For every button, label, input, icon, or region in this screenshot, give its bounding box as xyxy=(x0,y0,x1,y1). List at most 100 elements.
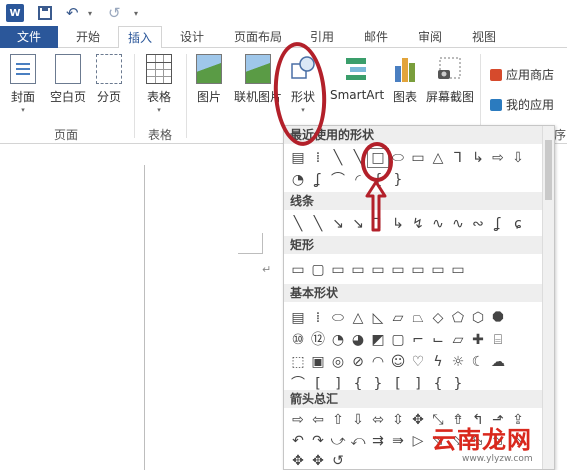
tab-file[interactable]: 文件 xyxy=(0,26,58,48)
tab-layout[interactable]: 页面布局 xyxy=(226,26,290,48)
shape-item[interactable]: ◎ xyxy=(328,353,348,371)
save-icon[interactable] xyxy=(38,3,52,23)
shape-item[interactable]: ▭ xyxy=(368,261,388,279)
shape-item[interactable]: ⇳ xyxy=(388,411,408,429)
shape-item[interactable]: ▱ xyxy=(388,309,408,327)
shape-item[interactable]: ▷ xyxy=(408,432,428,450)
shape-item[interactable]: ↷ xyxy=(308,432,328,450)
shape-item[interactable]: ▭ xyxy=(408,149,428,167)
tab-references[interactable]: 引用 xyxy=(302,26,342,48)
tab-insert[interactable]: 插入 xyxy=(118,26,162,49)
shape-item[interactable]: ⑫ xyxy=(308,331,328,349)
shape-item[interactable]: ⇩ xyxy=(508,149,528,167)
shape-item[interactable]: ✚ xyxy=(468,331,488,349)
shape-item[interactable]: ◔ xyxy=(288,171,308,189)
shape-item[interactable]: ♡ xyxy=(408,353,428,371)
shape-item[interactable]: ☾ xyxy=(468,353,488,371)
shape-item[interactable]: ⇉ xyxy=(368,432,388,450)
shape-item[interactable]: ▤ xyxy=(288,309,308,327)
shape-item[interactable]: ⇩ xyxy=(348,411,368,429)
shape-item[interactable]: ⏢ xyxy=(408,309,428,327)
shape-item[interactable]: ◇ xyxy=(428,309,448,327)
tab-design[interactable]: 设计 xyxy=(170,26,214,48)
shape-item[interactable]: ↯ xyxy=(408,215,428,233)
shape-item[interactable]: ▢ xyxy=(308,261,328,279)
shape-item[interactable]: ╲ xyxy=(308,215,328,233)
shape-item[interactable]: ✥ xyxy=(308,452,328,469)
shape-item[interactable]: ✥ xyxy=(408,411,428,429)
undo-icon[interactable]: ↶ xyxy=(66,3,79,23)
undo-dropdown-icon[interactable]: ▾ xyxy=(88,3,92,23)
cover-page-button[interactable]: 封面 ▾ xyxy=(10,54,36,114)
shape-item[interactable]: ⯃ xyxy=(488,309,508,327)
shape-item[interactable]: ɕ xyxy=(508,215,528,233)
picture-button[interactable]: 图片 xyxy=(196,54,222,105)
shape-item[interactable]: ⁞ xyxy=(308,149,328,167)
shape-item[interactable]: ▱ xyxy=(448,331,468,349)
shape-item[interactable]: ▭ xyxy=(408,261,428,279)
shape-item[interactable]: ⬄ xyxy=(368,411,388,429)
shape-item[interactable]: ▭ xyxy=(388,261,408,279)
shape-item[interactable]: ◠ xyxy=(368,353,388,371)
shape-item[interactable]: } xyxy=(388,171,408,189)
app-store-button[interactable]: 应用商店 xyxy=(490,66,554,83)
tab-review[interactable]: 审阅 xyxy=(410,26,450,48)
shape-item[interactable]: ⊘ xyxy=(348,353,368,371)
screenshot-button[interactable]: 屏幕截图 xyxy=(426,54,474,105)
blank-page-button[interactable]: 空白页 xyxy=(50,54,86,105)
shape-item[interactable]: ⇛ xyxy=(388,432,408,450)
shape-item[interactable]: ⬚ xyxy=(288,353,308,371)
tab-view[interactable]: 视图 xyxy=(464,26,504,48)
shape-item[interactable]: ↳ xyxy=(468,149,488,167)
smartart-button[interactable]: SmartArt xyxy=(330,54,384,102)
shape-item[interactable]: ⇨ xyxy=(288,411,308,429)
shape-item[interactable]: ϟ xyxy=(428,353,448,371)
shape-item[interactable]: ▭ xyxy=(288,261,308,279)
shape-item[interactable]: ⌸ xyxy=(488,331,508,349)
shape-item[interactable]: ʆ xyxy=(488,215,508,233)
shape-item[interactable]: ʆ xyxy=(308,171,328,189)
shape-item[interactable]: ◔ xyxy=(328,331,348,349)
shape-item[interactable]: ⇨ xyxy=(488,149,508,167)
shape-item[interactable]: ⬭ xyxy=(328,309,348,327)
shape-item[interactable]: ⑩ xyxy=(288,331,308,349)
page-break-button[interactable]: 分页 xyxy=(96,54,122,105)
shape-item[interactable]: ∿ xyxy=(428,215,448,233)
shape-item[interactable]: ☁ xyxy=(488,353,508,371)
shape-item[interactable]: ⁞ xyxy=(308,309,328,327)
shape-item[interactable]: ↺ xyxy=(328,452,348,469)
tab-home[interactable]: 开始 xyxy=(66,26,110,48)
shape-item[interactable]: ↶ xyxy=(288,432,308,450)
shape-item[interactable]: ✥ xyxy=(288,452,308,469)
shape-item[interactable]: ↳ xyxy=(388,215,408,233)
shape-item[interactable]: ↘ xyxy=(328,215,348,233)
shape-item[interactable]: ⬠ xyxy=(448,309,468,327)
shape-item[interactable]: ▭ xyxy=(448,261,468,279)
table-button[interactable]: 表格 ▾ xyxy=(146,54,172,114)
gallery-scrollbar[interactable] xyxy=(542,126,554,469)
shape-item[interactable]: ╲ xyxy=(328,149,348,167)
shape-item[interactable]: ◺ xyxy=(368,309,388,327)
shape-item[interactable]: ▤ xyxy=(288,149,308,167)
shape-item[interactable]: ▭ xyxy=(428,261,448,279)
shape-item[interactable]: ⌒ xyxy=(328,171,348,189)
shape-item[interactable]: ⌐ xyxy=(408,331,428,349)
shape-item[interactable]: △ xyxy=(348,309,368,327)
shape-item[interactable]: △ xyxy=(428,149,448,167)
shape-item[interactable]: ⤺ xyxy=(348,432,368,450)
tab-mailings[interactable]: 邮件 xyxy=(356,26,396,48)
shape-item[interactable]: ╲ xyxy=(288,215,308,233)
shape-item[interactable]: ☺ xyxy=(388,353,408,371)
redo-icon[interactable]: ↺ xyxy=(108,3,121,23)
shape-item[interactable]: ▢ xyxy=(388,331,408,349)
my-apps-button[interactable]: 我的应用 xyxy=(490,96,554,113)
shape-item[interactable]: ⬡ xyxy=(468,309,488,327)
shape-item[interactable]: ⤻ xyxy=(328,432,348,450)
shape-item[interactable]: ◩ xyxy=(368,331,388,349)
shape-item[interactable]: ▭ xyxy=(328,261,348,279)
shape-item[interactable]: ⌙ xyxy=(428,331,448,349)
shape-item[interactable]: ∿ xyxy=(448,215,468,233)
shape-item[interactable]: ▭ xyxy=(348,261,368,279)
shape-item[interactable]: ⇦ xyxy=(308,411,328,429)
shape-item[interactable]: ∾ xyxy=(468,215,488,233)
